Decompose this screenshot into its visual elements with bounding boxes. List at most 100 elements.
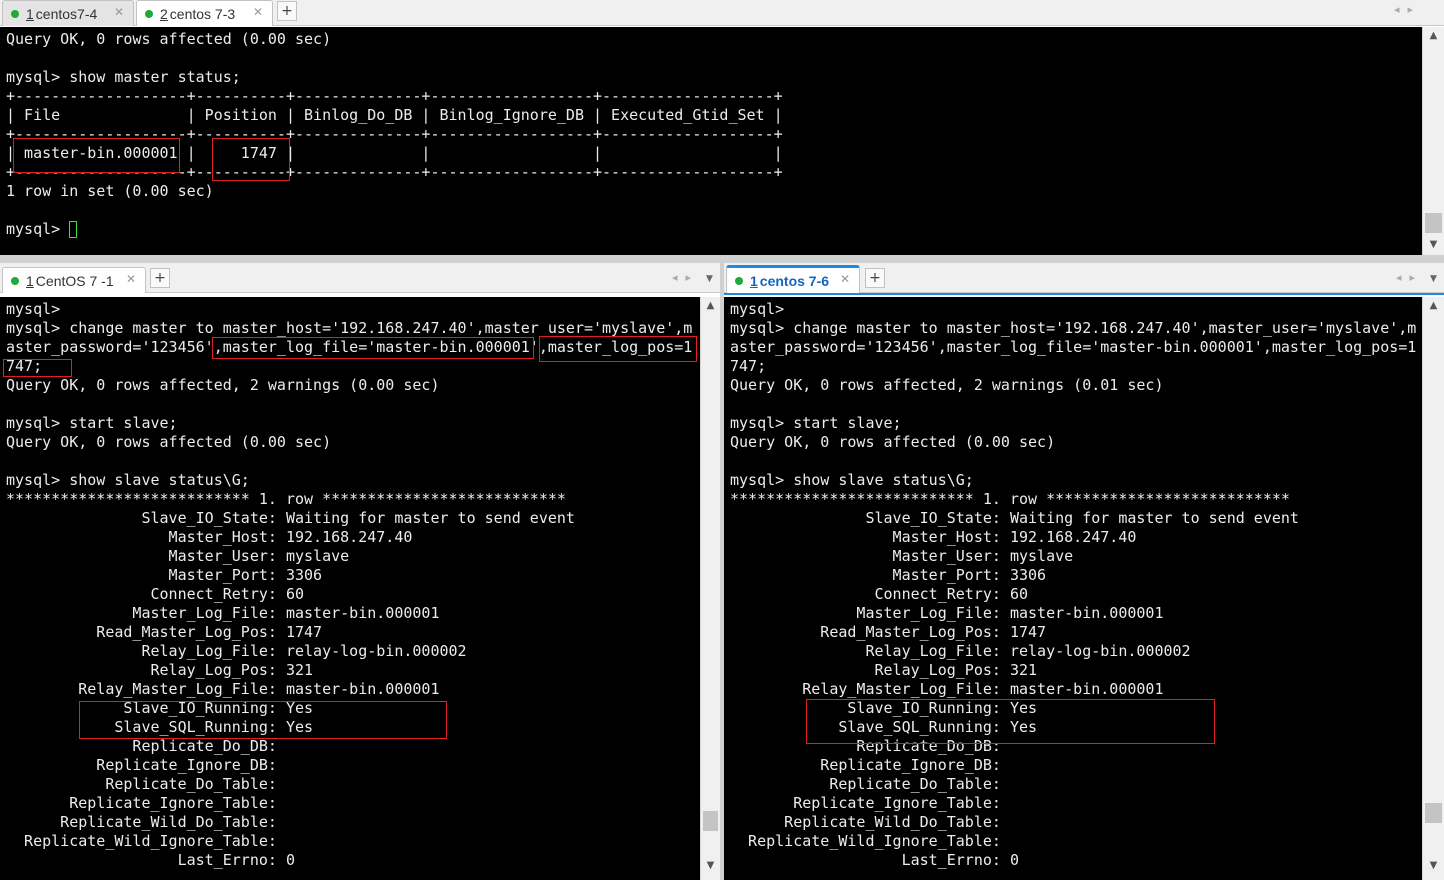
terminal-line: Slave_IO_State: Waiting for master to se… bbox=[6, 509, 575, 527]
terminal-line: 1 row in set (0.00 sec) bbox=[6, 182, 214, 200]
tab-centos-7-6[interactable]: 1 centos 7-6 ✕ bbox=[726, 265, 860, 293]
terminal-line: Read_Master_Log_Pos: 1747 bbox=[6, 623, 323, 641]
scroll-thumb[interactable] bbox=[1425, 213, 1442, 233]
tab-scroll-arrows[interactable]: ◂▸ bbox=[1396, 271, 1423, 284]
chevron-left-icon[interactable]: ◂ bbox=[1394, 3, 1408, 16]
scroll-thumb[interactable] bbox=[703, 811, 718, 831]
connected-status-icon bbox=[11, 9, 19, 18]
terminal-line: Query OK, 0 rows affected (0.00 sec) bbox=[730, 433, 1056, 451]
terminal-line: Relay_Log_Pos: 321 bbox=[6, 661, 314, 679]
arrow-down-icon[interactable]: ▼ bbox=[1423, 238, 1444, 252]
pane-divider-horizontal[interactable] bbox=[0, 255, 1444, 263]
terminal-line: mysql> show slave status\G; bbox=[6, 471, 250, 489]
terminal-line: Replicate_Ignore_Table: bbox=[730, 794, 1010, 812]
chevron-left-icon[interactable]: ◂ bbox=[672, 271, 686, 284]
highlight-box-position bbox=[212, 138, 290, 181]
terminal-line: mysql> start slave; bbox=[6, 414, 178, 432]
close-icon[interactable]: ✕ bbox=[126, 272, 136, 286]
arrow-up-icon[interactable]: ▲ bbox=[1423, 299, 1444, 313]
terminal-output: mysql> mysql> change master to master_ho… bbox=[0, 297, 700, 870]
close-icon[interactable]: ✕ bbox=[253, 5, 263, 19]
terminal-line: Slave_IO_State: Waiting for master to se… bbox=[730, 509, 1299, 527]
add-tab-button[interactable]: + bbox=[150, 268, 170, 288]
right-tab-bar: 1 centos 7-6 ✕ + ◂▸ ▼ bbox=[724, 263, 1444, 293]
terminal-line: Replicate_Do_DB: bbox=[6, 737, 286, 755]
terminal-line: mysql> show master status; bbox=[6, 68, 241, 86]
arrow-down-icon[interactable]: ▼ bbox=[701, 859, 720, 873]
terminal-line: Replicate_Ignore_DB: bbox=[6, 756, 286, 774]
focus-indicator bbox=[724, 293, 1444, 295]
terminal-line: aster_password='123456',master_log_file=… bbox=[730, 338, 1417, 356]
terminal-line: Replicate_Ignore_DB: bbox=[730, 756, 1010, 774]
terminal-line: Relay_Log_File: relay-log-bin.000002 bbox=[6, 642, 467, 660]
terminal-line: Replicate_Wild_Ignore_Table: bbox=[6, 832, 286, 850]
tab-scroll-arrows[interactable]: ◂▸ bbox=[672, 271, 699, 284]
terminal-line: +-------------------+----------+--------… bbox=[6, 87, 783, 105]
chevron-right-icon[interactable]: ▸ bbox=[1408, 3, 1422, 16]
chevron-down-icon[interactable]: ▼ bbox=[706, 274, 713, 284]
add-tab-button[interactable]: + bbox=[865, 268, 885, 288]
terminal-line: Replicate_Do_Table: bbox=[6, 775, 286, 793]
close-icon[interactable]: ✕ bbox=[840, 272, 850, 286]
highlight-box-log-pos-cont bbox=[3, 359, 72, 377]
tab-centos-7-3[interactable]: 2 centos 7-3 ✕ bbox=[136, 0, 273, 26]
terminal-right[interactable]: mysql> mysql> change master to master_ho… bbox=[724, 297, 1422, 880]
arrow-down-icon[interactable]: ▼ bbox=[1423, 859, 1444, 873]
chevron-right-icon[interactable]: ▸ bbox=[1410, 271, 1424, 284]
highlight-box-running bbox=[806, 699, 1215, 744]
terminal-line: *************************** 1. row *****… bbox=[6, 490, 566, 508]
chevron-down-icon[interactable]: ▼ bbox=[1430, 274, 1437, 284]
arrow-up-icon[interactable]: ▲ bbox=[1423, 29, 1444, 43]
terminal-left[interactable]: mysql> mysql> change master to master_ho… bbox=[0, 297, 700, 880]
tab-scroll-arrows[interactable]: ◂▸ bbox=[1394, 3, 1421, 16]
highlight-box-running bbox=[79, 701, 447, 739]
tab-centos-7-1[interactable]: 1 CentOS 7 -1 ✕ bbox=[2, 267, 146, 293]
terminal-line: Master_Port: 3306 bbox=[6, 566, 323, 584]
terminal-line: Read_Master_Log_Pos: 1747 bbox=[730, 623, 1047, 641]
terminal-line: Relay_Log_Pos: 321 bbox=[730, 661, 1038, 679]
tab-label: centos7-4 bbox=[35, 5, 98, 22]
scrollbar-left[interactable]: ▲ ▼ bbox=[700, 297, 720, 880]
arrow-up-icon[interactable]: ▲ bbox=[701, 299, 720, 313]
plus-icon: + bbox=[281, 3, 293, 19]
terminal-line: Replicate_Wild_Ignore_Table: bbox=[730, 832, 1010, 850]
terminal-line: Query OK, 0 rows affected (0.00 sec) bbox=[6, 433, 332, 451]
tab-label: CentOS 7 -1 bbox=[35, 272, 114, 289]
terminal-line: Master_Port: 3306 bbox=[730, 566, 1047, 584]
highlight-box-log-file bbox=[212, 337, 534, 359]
terminal-line: Replicate_Wild_Do_Table: bbox=[730, 813, 1010, 831]
scrollbar-right[interactable]: ▲ ▼ bbox=[1422, 297, 1444, 880]
terminal-line: Replicate_Ignore_Table: bbox=[6, 794, 286, 812]
connected-status-icon bbox=[11, 276, 19, 285]
terminal-line: Query OK, 0 rows affected, 2 warnings (0… bbox=[6, 376, 440, 394]
top-tab-bar: 1 centos7-4 ✕ 2 centos 7-3 ✕ + ◂▸ bbox=[0, 0, 1444, 26]
terminal-line: Master_Host: 192.168.247.40 bbox=[730, 528, 1137, 546]
add-tab-button[interactable]: + bbox=[277, 1, 297, 21]
scroll-thumb[interactable] bbox=[1425, 803, 1442, 823]
terminal-line: mysql> change master to master_host='192… bbox=[730, 319, 1417, 337]
tab-centos7-4[interactable]: 1 centos7-4 ✕ bbox=[2, 0, 134, 26]
left-tab-bar: 1 CentOS 7 -1 ✕ + ◂▸ ▼ bbox=[0, 263, 720, 293]
terminal-line: Master_Log_File: master-bin.000001 bbox=[6, 604, 440, 622]
terminal-line: Last_Errno: 0 bbox=[730, 851, 1019, 869]
connected-status-icon bbox=[145, 9, 153, 18]
terminal-line: Last_Errno: 0 bbox=[6, 851, 295, 869]
close-icon[interactable]: ✕ bbox=[114, 5, 124, 19]
terminal-line: Connect_Retry: 60 bbox=[6, 585, 305, 603]
scrollbar-top[interactable]: ▲ ▼ bbox=[1422, 27, 1444, 255]
terminal-top[interactable]: Query OK, 0 rows affected (0.00 sec) mys… bbox=[0, 27, 1422, 255]
tab-label: centos 7-6 bbox=[759, 272, 830, 289]
terminal-line: mysql> start slave; bbox=[730, 414, 902, 432]
terminal-line: Relay_Master_Log_File: master-bin.000001 bbox=[6, 680, 440, 698]
terminal-line: Relay_Log_File: relay-log-bin.000002 bbox=[730, 642, 1191, 660]
highlight-box-file bbox=[13, 138, 180, 173]
chevron-right-icon[interactable]: ▸ bbox=[686, 271, 700, 284]
terminal-line: Master_Host: 192.168.247.40 bbox=[6, 528, 413, 546]
tab-label: centos 7-3 bbox=[169, 5, 236, 22]
chevron-left-icon[interactable]: ◂ bbox=[1396, 271, 1410, 284]
terminal-line: Replicate_Wild_Do_Table: bbox=[6, 813, 286, 831]
terminal-line: Master_Log_File: master-bin.000001 bbox=[730, 604, 1164, 622]
terminal-line: | File | Position | Binlog_Do_DB | Binlo… bbox=[6, 106, 783, 124]
terminal-line: mysql> bbox=[6, 300, 61, 318]
tab-number: 1 bbox=[750, 272, 758, 289]
